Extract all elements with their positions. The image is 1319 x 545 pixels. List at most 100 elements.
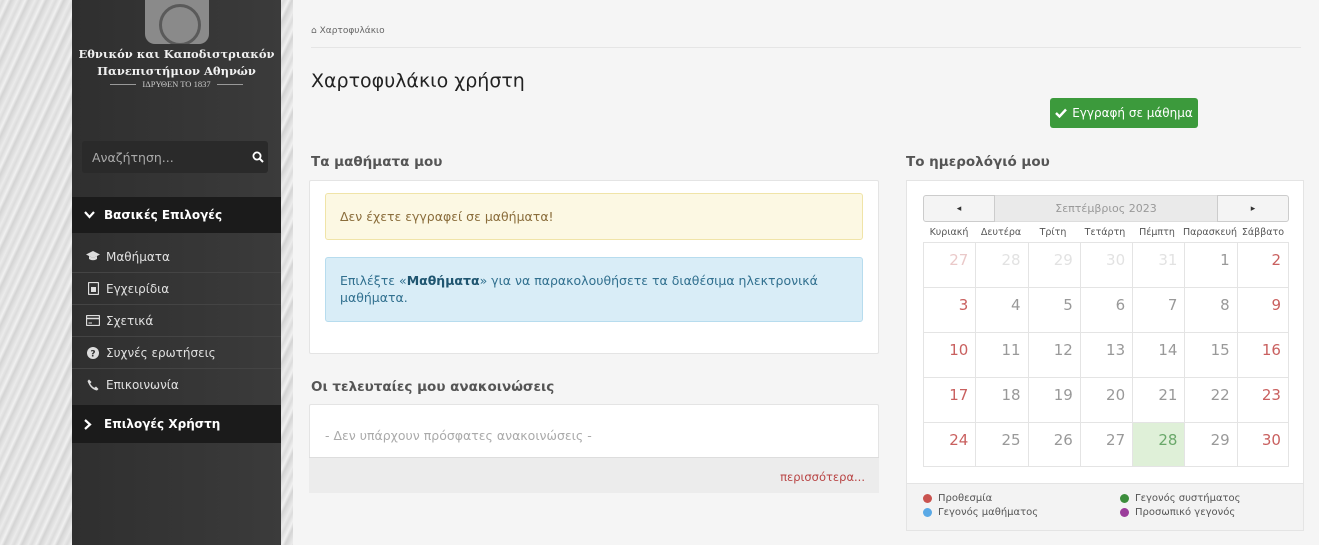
university-logo[interactable]: Εθνικόν και Καποδιστριακόν Πανεπιστήμιον… bbox=[72, 0, 281, 140]
card-icon bbox=[86, 314, 100, 328]
legend-dot-personal bbox=[1120, 508, 1129, 517]
weekday-label: Κυριακή bbox=[929, 227, 969, 238]
sidebar-item-contact[interactable]: Επικοινωνία bbox=[72, 369, 281, 401]
calendar-day[interactable]: 29 bbox=[1184, 423, 1236, 466]
main-content: ⌂ Χαρτοφυλάκιο Χαρτοφυλάκιο χρήστη Εγγρα… bbox=[293, 0, 1319, 545]
calendar-day[interactable]: 25 bbox=[975, 423, 1027, 466]
calendar-grid: Κυριακή Δευτέρα Τρίτη Τετάρτη Πέμπτη Παρ… bbox=[923, 224, 1289, 467]
calendar-day[interactable]: 2 bbox=[1236, 243, 1289, 287]
courses-info-alert: Επιλέξτε «Μαθήματα» για να παρακολουθήσε… bbox=[325, 257, 863, 322]
manual-icon bbox=[86, 282, 100, 296]
sidebar-item-courses[interactable]: Μαθήματα bbox=[72, 241, 281, 273]
calendar-day[interactable]: 3 bbox=[923, 288, 975, 332]
legend-dot-course bbox=[923, 508, 932, 517]
weekday-label: Πέμπτη bbox=[1139, 227, 1175, 238]
search-input[interactable] bbox=[82, 149, 248, 165]
calendar-week-row: 3456789 bbox=[923, 287, 1289, 332]
breadcrumb-divider bbox=[311, 47, 1301, 48]
calendar-day[interactable]: 28 bbox=[975, 243, 1027, 287]
calendar-day[interactable]: 1 bbox=[1184, 243, 1236, 287]
weekday-label: Τετάρτη bbox=[1084, 227, 1126, 238]
search-button[interactable] bbox=[248, 141, 268, 173]
logo-line1: Εθνικόν και Καποδιστριακόν bbox=[78, 47, 275, 61]
my-courses-title: Τα μαθήματα μου bbox=[311, 154, 443, 170]
calendar-day[interactable]: 17 bbox=[923, 378, 975, 422]
weekday-label: Παρασκευή bbox=[1183, 227, 1237, 238]
calendar-day[interactable]: 5 bbox=[1027, 288, 1080, 332]
legend-label: Γεγονός συστήματος bbox=[1135, 493, 1241, 504]
calendar-day[interactable]: 31 bbox=[1132, 243, 1184, 287]
calendar-month: Σεπτέμβριος 2023 bbox=[995, 195, 1217, 222]
calendar-header: ◂ Σεπτέμβριος 2023 ▸ bbox=[923, 195, 1289, 222]
sidebar-item-faq[interactable]: ? Συχνές ερωτήσεις bbox=[72, 337, 281, 369]
more-announcements-link[interactable]: περισσότερα... bbox=[780, 470, 865, 484]
calendar-week-row: 24 25 26 27 28 29 30 bbox=[923, 422, 1289, 467]
calendar-day[interactable]: 18 bbox=[975, 378, 1027, 422]
calendar-panel: ◂ Σεπτέμβριος 2023 ▸ Κυριακή Δευτέρα Τρί… bbox=[906, 180, 1304, 531]
sidebar-item-label: Εγχειρίδια bbox=[106, 281, 170, 296]
calendar-day[interactable]: 23 bbox=[1236, 378, 1289, 422]
legend-label: Προθεσμία bbox=[938, 493, 993, 504]
calendar-day[interactable]: 27 bbox=[923, 243, 975, 287]
calendar-day[interactable]: 16 bbox=[1236, 333, 1289, 377]
marble-background-left bbox=[0, 0, 72, 545]
calendar-prev-button[interactable]: ◂ bbox=[923, 195, 995, 222]
calendar-day[interactable]: 10 bbox=[923, 333, 975, 377]
courses-link[interactable]: Μαθήματα bbox=[407, 273, 480, 288]
calendar-next-button[interactable]: ▸ bbox=[1217, 195, 1289, 222]
enroll-course-button[interactable]: Εγγραφή σε μάθημα bbox=[1050, 98, 1198, 128]
calendar-day[interactable]: 15 bbox=[1184, 333, 1236, 377]
calendar-week-row: 17 18 19 20 21 22 23 bbox=[923, 377, 1289, 422]
legend-item: Προθεσμία bbox=[923, 493, 992, 504]
calendar-title: Το ημερολόγιό μου bbox=[906, 154, 1050, 170]
legend-label: Προσωπικό γεγονός bbox=[1135, 507, 1236, 518]
calendar-day[interactable]: 29 bbox=[1027, 243, 1080, 287]
calendar-day[interactable]: 6 bbox=[1079, 288, 1132, 332]
check-icon bbox=[1055, 108, 1068, 118]
calendar-week-row: 27 28 29 30 31 1 2 bbox=[923, 242, 1289, 287]
menu-section-main-label: Βασικές Επιλογές bbox=[104, 208, 223, 222]
calendar-day[interactable]: 9 bbox=[1236, 288, 1289, 332]
sidebar-item-about[interactable]: Σχετικά bbox=[72, 305, 281, 337]
menu-section-main[interactable]: Βασικές Επιλογές bbox=[72, 197, 281, 233]
calendar-day[interactable]: 30 bbox=[1236, 423, 1289, 466]
marble-background-divider bbox=[281, 0, 293, 545]
calendar-week-row: 10 11 12 13 14 15 16 bbox=[923, 332, 1289, 377]
calendar-day[interactable]: 7 bbox=[1132, 288, 1184, 332]
weekday-label: Σάββατο bbox=[1241, 227, 1285, 238]
sidebar: Εθνικόν και Καποδιστριακόν Πανεπιστήμιον… bbox=[72, 0, 281, 545]
menu-section-user-label: Επιλογές Χρήστη bbox=[104, 417, 221, 431]
breadcrumb-current[interactable]: Χαρτοφυλάκιο bbox=[320, 26, 385, 36]
calendar-day[interactable]: 24 bbox=[923, 423, 975, 466]
announcements-footer: περισσότερα... bbox=[309, 457, 879, 493]
calendar-day[interactable]: 21 bbox=[1132, 378, 1184, 422]
weekday-label: Δευτέρα bbox=[980, 227, 1022, 238]
calendar-day[interactable]: 14 bbox=[1132, 333, 1184, 377]
phone-icon bbox=[86, 378, 100, 392]
search-icon bbox=[252, 151, 264, 163]
legend-item: Γεγονός μαθήματος bbox=[923, 507, 1038, 518]
calendar-day[interactable]: 30 bbox=[1079, 243, 1132, 287]
calendar-weeks: 27 28 29 30 31 1 2 3 4 5 6 7 8 9 10 11 12 13 14 15 16 17 18 19 2… bbox=[923, 242, 1289, 467]
calendar-day[interactable]: 20 bbox=[1079, 378, 1132, 422]
calendar-day[interactable]: 28 bbox=[1132, 423, 1185, 466]
calendar-day[interactable]: 13 bbox=[1079, 333, 1132, 377]
announcements-title: Οι τελευταίες μου ανακοινώσεις bbox=[311, 379, 555, 395]
sidebar-item-manuals[interactable]: Εγχειρίδια bbox=[72, 273, 281, 305]
graduation-cap-icon bbox=[86, 250, 100, 264]
calendar-day[interactable]: 19 bbox=[1027, 378, 1080, 422]
announcements-empty-text: - Δεν υπάρχουν πρόσφατες ανακοινώσεις - bbox=[325, 428, 592, 443]
calendar-day[interactable]: 26 bbox=[1027, 423, 1080, 466]
calendar-day[interactable]: 11 bbox=[975, 333, 1027, 377]
calendar-day[interactable]: 22 bbox=[1184, 378, 1236, 422]
calendar-day[interactable]: 8 bbox=[1184, 288, 1236, 332]
legend-dot-system bbox=[1120, 494, 1129, 503]
legend-label: Γεγονός μαθήματος bbox=[938, 507, 1039, 518]
calendar-weekday-row: Κυριακή Δευτέρα Τρίτη Τετάρτη Πέμπτη Παρ… bbox=[923, 224, 1289, 242]
calendar-day[interactable]: 27 bbox=[1079, 423, 1132, 466]
calendar-day[interactable]: 12 bbox=[1027, 333, 1080, 377]
chevron-right-icon bbox=[84, 418, 98, 430]
breadcrumb: ⌂ Χαρτοφυλάκιο bbox=[311, 26, 385, 36]
menu-section-user[interactable]: Επιλογές Χρήστη bbox=[72, 405, 281, 443]
calendar-day[interactable]: 4 bbox=[975, 288, 1027, 332]
